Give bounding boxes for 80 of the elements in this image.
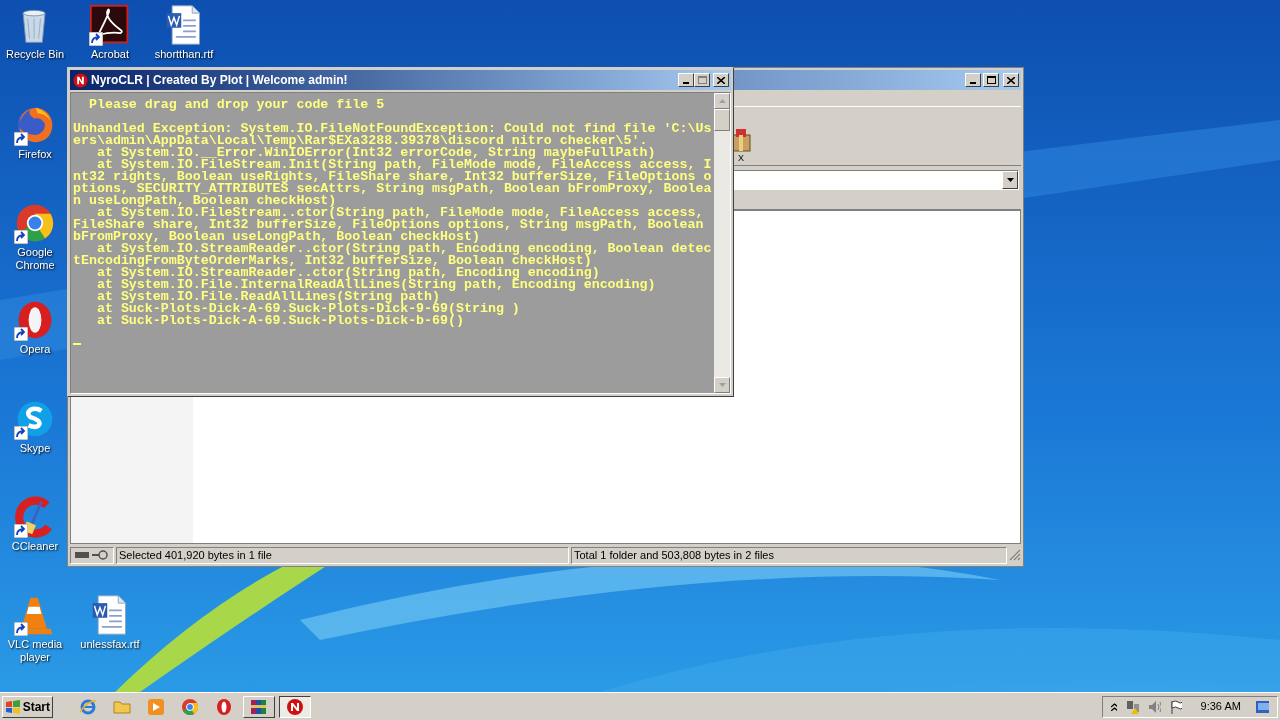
console-line: bFromProxy, Boolean useLongPath, Boolean checkHost) (73, 231, 480, 243)
console-line: Please drag and drop your code file 5 (87, 99, 386, 111)
flag-icon[interactable] (1170, 699, 1182, 714)
icon-label: Opera (19, 343, 51, 356)
close-icon (1007, 76, 1015, 84)
resize-grip-icon[interactable] (1009, 549, 1021, 561)
desktop-icon[interactable]: Acrobat (78, 4, 142, 61)
desktop-icon[interactable]: Google Chrome (3, 202, 67, 272)
console-line: at System.IO.FileStream.Init(String path, FileMode mode, FileAccess access, I (96, 159, 713, 171)
desktop-icon[interactable]: Skype (3, 398, 67, 455)
desktop-icon[interactable]: Opera (3, 299, 67, 356)
icon-label: CCleaner (11, 540, 59, 553)
maximize-button[interactable] (694, 73, 710, 87)
console-line: Unhandled Exception: System.IO.FileNotFoundException: Could not find file 'C:\Us (73, 123, 713, 135)
icon-label: shortthan.rtf (154, 48, 214, 61)
console-line: n useLongPath, Boolean checkHost) (73, 195, 337, 207)
minimize-button[interactable] (678, 73, 694, 87)
caret-icon (718, 99, 726, 103)
speaker-icon[interactable] (1147, 699, 1162, 714)
status-text: Total 1 folder and 503,808 bytes in 2 files (571, 546, 1007, 564)
taskbar-button[interactable] (279, 695, 311, 718)
desktop-icon[interactable]: unlessfax.rtf (78, 594, 142, 651)
browser-icon (14, 202, 56, 244)
icon-label: Acrobat (91, 48, 129, 61)
close-button[interactable] (1003, 73, 1019, 87)
minimize-button[interactable] (965, 73, 981, 87)
icon-label: VLC media player (6, 638, 64, 664)
toolbar-label: X (738, 153, 744, 163)
icon-label: unlessfax.rtf (80, 638, 140, 651)
caret-icon (1006, 178, 1014, 182)
media-player-icon (147, 697, 165, 716)
console-line: at System.IO.File.ReadAllLines(String path) (95, 291, 441, 303)
console-line: FileShare share, Int32 bufferSize, FileOptions options, String msgPath, Boolean (73, 219, 705, 231)
scroll-down-button[interactable] (714, 377, 730, 393)
start-button[interactable]: Start (2, 695, 53, 718)
console-line: ers\admin\AppData\Local\Temp\Rar$EXa3288.39378\discord nitro checker\5'. (73, 135, 648, 147)
opera-icon (215, 697, 233, 716)
desktop-icon[interactable]: VLC media player (3, 594, 67, 664)
icon-label: Firefox (18, 148, 52, 161)
console-line: at System.IO.StreamReader..ctor(String path, Encoding encoding) (96, 267, 600, 279)
console-line: ptions, SECURITY_ATTRIBUTES secAttrs, String msgPath, Boolean bFromProxy, Boolea (73, 183, 713, 195)
network-icon[interactable] (1125, 698, 1139, 715)
desktop-icon[interactable]: CCleaner (3, 496, 67, 553)
console-line: at System.IO.File.InternalReadAllLines(String path, Encoding encoding) (95, 279, 657, 291)
show-desktop-icon[interactable] (1255, 700, 1270, 713)
key-icon (92, 550, 108, 560)
maximize-button[interactable] (983, 73, 999, 87)
console-line: tEncodingFromByteOrderMarks, Int32 bufferSize, Boolean checkHost) (73, 255, 592, 267)
icon-label: Recycle Bin (5, 48, 65, 61)
desktop-icon[interactable]: Recycle Bin (3, 4, 67, 61)
dropdown-button[interactable] (1002, 171, 1018, 189)
drive-icon (75, 552, 89, 558)
desktop-icon[interactable]: Firefox (3, 104, 67, 161)
console-line: at Suck-Plots-Dick-A-69.Suck-Plots-Dick-9-69(String ) (95, 303, 521, 315)
icon-label: Google Chrome (14, 246, 56, 272)
icon-label: Skype (19, 442, 51, 455)
stacked-books-icon (250, 697, 268, 716)
browser-icon (181, 697, 199, 716)
app-icon (73, 72, 88, 88)
window-title: NyroCLR | Created By Plot | Welcome admin! (91, 72, 349, 89)
console-line: at Suck-Plots-Dick-A-69.Suck-Plots-Dick-b-69() (95, 315, 464, 327)
console-line: at System.IO.StreamReader..ctor(String path, Encoding encoding, Boolean detec (96, 243, 713, 255)
browser-icon (79, 697, 97, 716)
close-icon (717, 76, 725, 84)
windows-logo-icon (5, 699, 21, 714)
text-cursor (73, 343, 81, 345)
clock[interactable]: 9:36 AM (1200, 698, 1241, 715)
scroll-thumb[interactable] (714, 109, 730, 131)
chevron-up-icon[interactable] (1111, 702, 1117, 711)
console-line: nt32 rights, Boolean useRights, FileShare share, Int32 bufferSize, FileOptions o (73, 171, 713, 183)
scroll-up-button[interactable] (714, 93, 730, 109)
status-text: Selected 401,920 bytes in 1 file (116, 546, 569, 564)
console-line: at System.IO.__Error.WinIOError(Int32 errorCode, String maybeFullPath) (96, 147, 657, 159)
app-icon (286, 697, 304, 716)
console-line: at System.IO.FileStream..ctor(String path, FileMode mode, FileAccess access, (96, 207, 705, 219)
document-app-icon (89, 4, 131, 46)
close-button[interactable] (713, 73, 729, 87)
desktop-icon[interactable]: shortthan.rtf (152, 4, 216, 61)
scrollbar[interactable] (714, 93, 730, 393)
caret-icon (718, 383, 726, 387)
